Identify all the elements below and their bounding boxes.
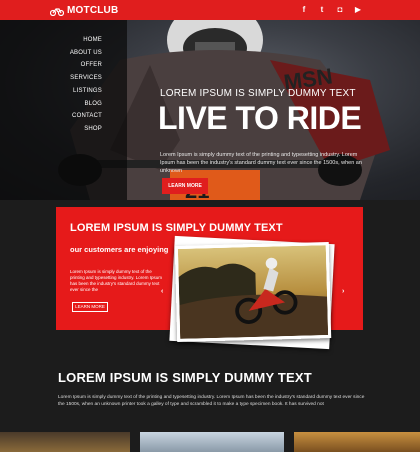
nav-overlay xyxy=(0,20,127,200)
slider-photo xyxy=(174,242,332,342)
instagram-icon[interactable]: ◘ xyxy=(336,4,344,16)
gallery-thumb[interactable] xyxy=(294,432,420,452)
about-title: LOREM IPSUM IS SIMPLY DUMMY TEXT xyxy=(58,370,312,385)
hero-text: Lorem Ipsum is simply dummy text of the … xyxy=(160,152,362,174)
nav-home[interactable]: HOME xyxy=(70,34,102,47)
nav-shop[interactable]: SHOP xyxy=(70,123,102,136)
social-links: f t ◘ ▶ xyxy=(300,4,362,16)
youtube-icon[interactable]: ▶ xyxy=(354,4,362,16)
top-bar: MOTCLUB f t ◘ ▶ xyxy=(0,0,420,20)
motocross-photo xyxy=(177,245,329,339)
nav-services[interactable]: SERVICES xyxy=(70,72,102,85)
feature-subtitle: our customers are enjoying xyxy=(70,245,169,254)
nav-offer[interactable]: OFFER xyxy=(70,59,102,72)
motorcycle-icon xyxy=(50,7,64,16)
nav-contact[interactable]: CONTACT xyxy=(70,110,102,123)
hero-learn-more-button[interactable]: LEARN MORE xyxy=(162,178,208,194)
logo[interactable]: MOTCLUB xyxy=(50,5,118,16)
slider-prev-button[interactable]: ‹ xyxy=(161,288,163,295)
hero-title: LIVE TO RIDE xyxy=(158,100,362,136)
slider-next-button[interactable]: › xyxy=(342,288,344,295)
feature-text: Lorem Ipsum is simply dummy text of the … xyxy=(70,269,162,292)
about-text: Lorem Ipsum is simply dummy text of the … xyxy=(58,395,365,407)
nav-listings[interactable]: LISTINGS xyxy=(70,85,102,98)
main-nav: HOME ABOUT US OFFER SERVICES LISTINGS BL… xyxy=(70,34,102,136)
twitter-icon[interactable]: t xyxy=(318,4,326,16)
feature-learn-more-button[interactable]: LEARN MORE xyxy=(72,302,108,312)
gallery-thumb[interactable] xyxy=(0,432,130,452)
gallery-thumb[interactable] xyxy=(140,432,284,452)
feature-title: LOREM IPSUM IS SIMPLY DUMMY TEXT xyxy=(70,222,283,234)
brand-name: MOTCLUB xyxy=(67,5,119,16)
facebook-icon[interactable]: f xyxy=(300,4,308,16)
nav-about-us[interactable]: ABOUT US xyxy=(70,47,102,60)
nav-blog[interactable]: BLOG xyxy=(70,98,102,111)
hero-section: MSN 21 HOME ABOUT US OFFER SERVICES LIST… xyxy=(0,20,420,200)
gallery-strip xyxy=(0,432,420,452)
